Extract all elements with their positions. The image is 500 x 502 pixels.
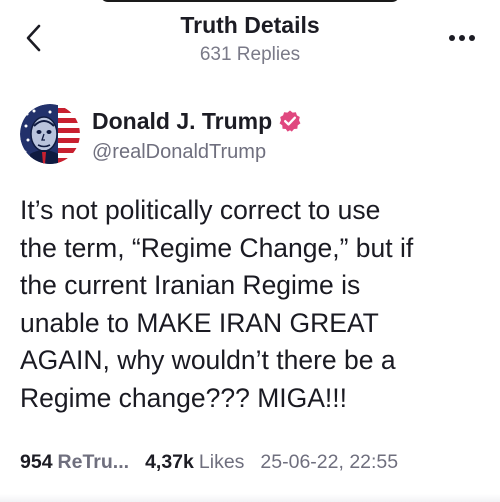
more-horizontal-icon [449,35,475,41]
likes-count[interactable]: 4,37k [145,448,194,476]
more-options-button[interactable] [444,24,480,52]
retruths-label[interactable]: ReTru... [58,448,130,476]
avatar[interactable] [20,104,80,164]
verified-badge-icon [279,110,301,132]
truth-details-screen: Truth Details 631 Replies Donald J. Trum… [0,0,500,502]
author-handle[interactable]: @realDonaldTrump [92,138,302,166]
back-button[interactable] [18,22,50,54]
status-bar-notch [100,0,400,2]
reply-count: 631 Replies [199,44,301,65]
author-info: Donald J. Trump @realDonaldTrump [92,106,302,166]
author-name-line: Donald J. Trump [92,106,302,136]
avatar-image [20,104,80,164]
post-stats: 954 ReTru... 4,37k Likes 25-06-22, 22:55 [20,448,488,476]
section-divider [0,494,500,502]
likes-label[interactable]: Likes [199,448,245,476]
page-title: Truth Details [180,12,320,38]
post-timestamp: 25-06-22, 22:55 [260,451,399,473]
header: Truth Details 631 Replies [100,10,400,68]
post-author: Donald J. Trump @realDonaldTrump [20,104,480,168]
chevron-left-icon [26,24,41,52]
post-text: It’s not politically correct to use the … [20,195,414,413]
author-name[interactable]: Donald J. Trump [92,106,272,136]
retruths-count[interactable]: 954 [20,448,53,476]
